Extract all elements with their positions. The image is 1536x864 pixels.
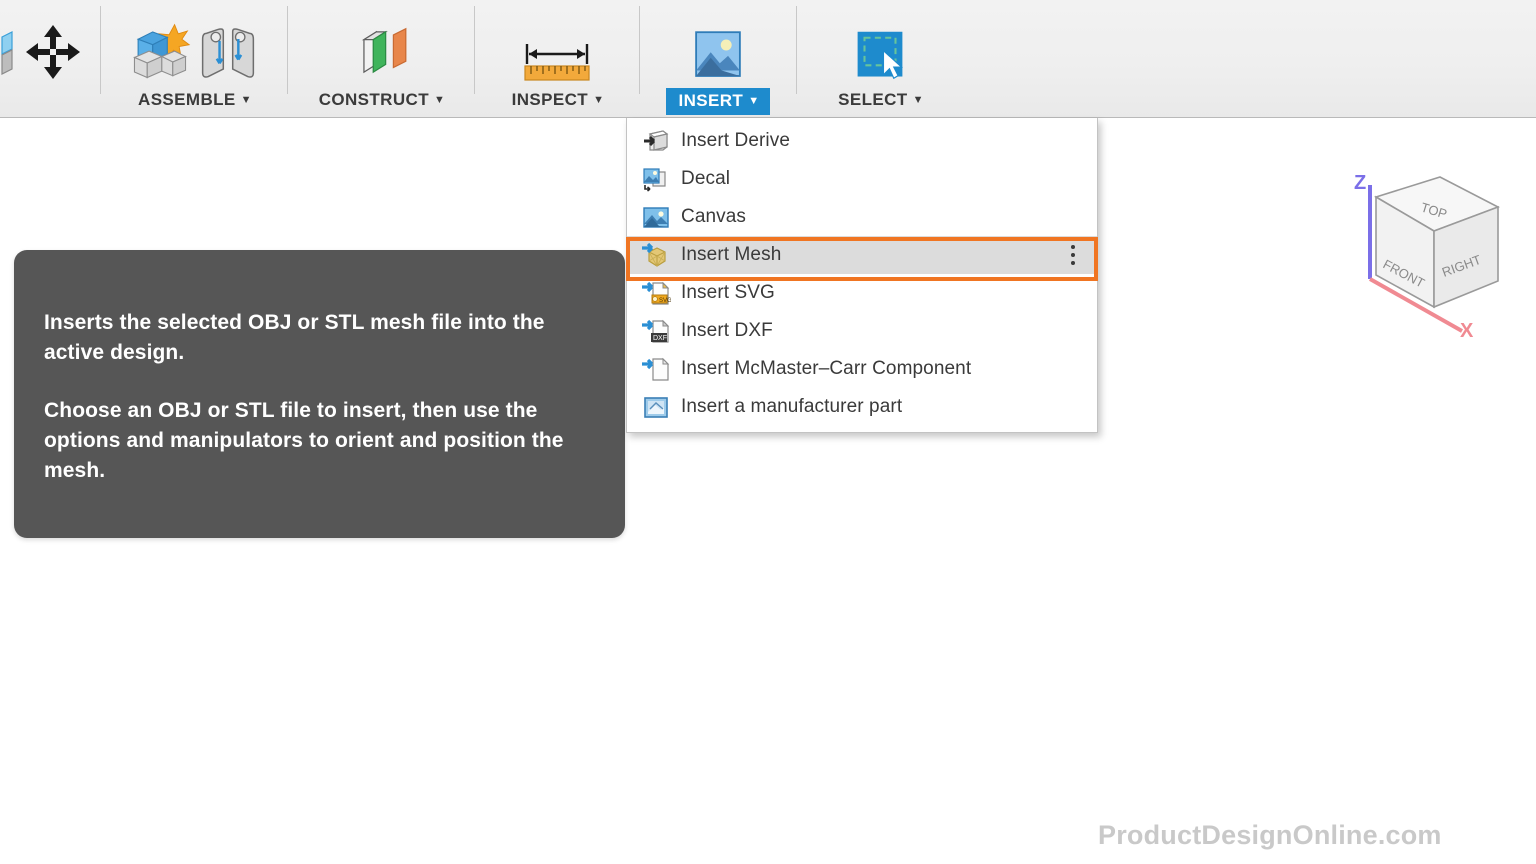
menu-item-decal[interactable]: Decal xyxy=(627,160,1097,198)
decal-icon xyxy=(641,164,671,194)
menu-item-insert-manufacturer-part[interactable]: Insert a manufacturer part xyxy=(627,388,1097,426)
inspect-text: INSPECT xyxy=(511,90,589,109)
toolbar-divider-3 xyxy=(474,6,475,94)
move-icon[interactable] xyxy=(22,21,84,88)
menu-item-insert-dxf[interactable]: DXF Insert DXF xyxy=(627,312,1097,350)
assemble-label[interactable]: ASSEMBLE ▼ xyxy=(130,88,258,112)
select-text: SELECT xyxy=(838,90,908,109)
tooltip-panel: Inserts the selected OBJ or STL mesh fil… xyxy=(14,250,625,538)
construct-text: CONSTRUCT xyxy=(318,90,430,109)
toolbar-divider xyxy=(100,6,101,94)
insert-dxf-icon: DXF xyxy=(641,316,671,346)
chevron-down-icon: ▼ xyxy=(748,94,760,107)
insert-manufacturer-part-icon xyxy=(641,392,671,422)
select-window-icon[interactable] xyxy=(849,22,911,88)
watermark: ProductDesignOnline.com xyxy=(1098,820,1442,850)
viewcube[interactable]: TOP FRONT RIGHT Z X xyxy=(1332,155,1532,355)
toolbar-divider-5 xyxy=(796,6,797,94)
toolbar-divider-4 xyxy=(639,6,640,94)
menu-item-insert-derive[interactable]: Insert Derive xyxy=(627,122,1097,160)
menu-item-label: Canvas xyxy=(681,206,747,227)
viewcube-x-axis-label: X xyxy=(1460,320,1474,342)
partial-tool-icon xyxy=(0,29,14,88)
main-toolbar: ASSEMBLE ▼ CONSTRUCT ▼ INSPECT ▼ INSERT … xyxy=(0,0,1536,118)
tooltip-paragraph-2: Choose an OBJ or STL file to insert, the… xyxy=(44,399,564,482)
toolbar-group-construct[interactable]: CONSTRUCT ▼ xyxy=(296,0,466,118)
toolbar-group-cut xyxy=(0,0,14,118)
toolbar-group-move[interactable] xyxy=(14,0,92,118)
toolbar-group-select[interactable]: SELECT ▼ xyxy=(805,0,955,118)
menu-item-insert-mcmaster[interactable]: Insert McMaster–Carr Component xyxy=(627,350,1097,388)
insert-dropdown-menu: Insert Derive Decal Canvas Insert Mesh S… xyxy=(626,118,1098,433)
menu-item-label: Insert a manufacturer part xyxy=(681,396,903,417)
menu-item-insert-mesh[interactable]: Insert Mesh xyxy=(627,236,1097,274)
tooltip-paragraph-1: Inserts the selected OBJ or STL mesh fil… xyxy=(44,311,545,364)
toolbar-group-insert[interactable]: INSERT ▼ xyxy=(648,0,788,118)
chevron-down-icon: ▼ xyxy=(434,93,446,106)
construct-label[interactable]: CONSTRUCT ▼ xyxy=(311,88,452,112)
menu-item-label: Insert SVG xyxy=(681,282,775,303)
inspect-label[interactable]: INSPECT ▼ xyxy=(504,88,611,112)
insert-derive-icon xyxy=(641,126,671,156)
measure-icon[interactable] xyxy=(517,24,597,88)
insert-svg-icon: SVG xyxy=(641,278,672,308)
chevron-down-icon: ▼ xyxy=(593,93,605,106)
select-label[interactable]: SELECT ▼ xyxy=(830,88,930,112)
chevron-down-icon: ▼ xyxy=(240,93,252,106)
kebab-menu-icon[interactable] xyxy=(1071,245,1075,265)
offset-plane-icon[interactable] xyxy=(350,16,412,88)
toolbar-group-assemble[interactable]: ASSEMBLE ▼ xyxy=(109,0,279,118)
insert-text: INSERT xyxy=(678,91,744,110)
insert-mcmaster-icon xyxy=(641,354,671,384)
insert-image-icon[interactable] xyxy=(687,22,749,88)
insert-label[interactable]: INSERT ▼ xyxy=(666,88,770,115)
menu-item-label: Decal xyxy=(681,168,731,189)
menu-item-label: Insert Derive xyxy=(681,130,791,151)
toolbar-divider-2 xyxy=(287,6,288,94)
svg-text:DXF: DXF xyxy=(653,335,667,342)
menu-item-insert-svg[interactable]: SVG Insert SVG xyxy=(627,274,1097,312)
viewcube-z-axis-label: Z xyxy=(1354,172,1366,194)
svg-text:SVG: SVG xyxy=(659,298,671,304)
menu-item-canvas[interactable]: Canvas xyxy=(627,198,1097,236)
menu-item-label: Insert Mesh xyxy=(681,244,782,265)
assemble-text: ASSEMBLE xyxy=(138,90,236,109)
insert-mesh-icon xyxy=(641,240,671,270)
toolbar-group-inspect[interactable]: INSPECT ▼ xyxy=(483,0,631,118)
canvas-icon xyxy=(641,202,671,232)
menu-item-label: Insert McMaster–Carr Component xyxy=(681,358,972,379)
joint-icon[interactable] xyxy=(197,20,259,88)
menu-item-label: Insert DXF xyxy=(681,320,773,341)
chevron-down-icon: ▼ xyxy=(912,93,924,106)
new-component-icon[interactable] xyxy=(129,16,191,88)
